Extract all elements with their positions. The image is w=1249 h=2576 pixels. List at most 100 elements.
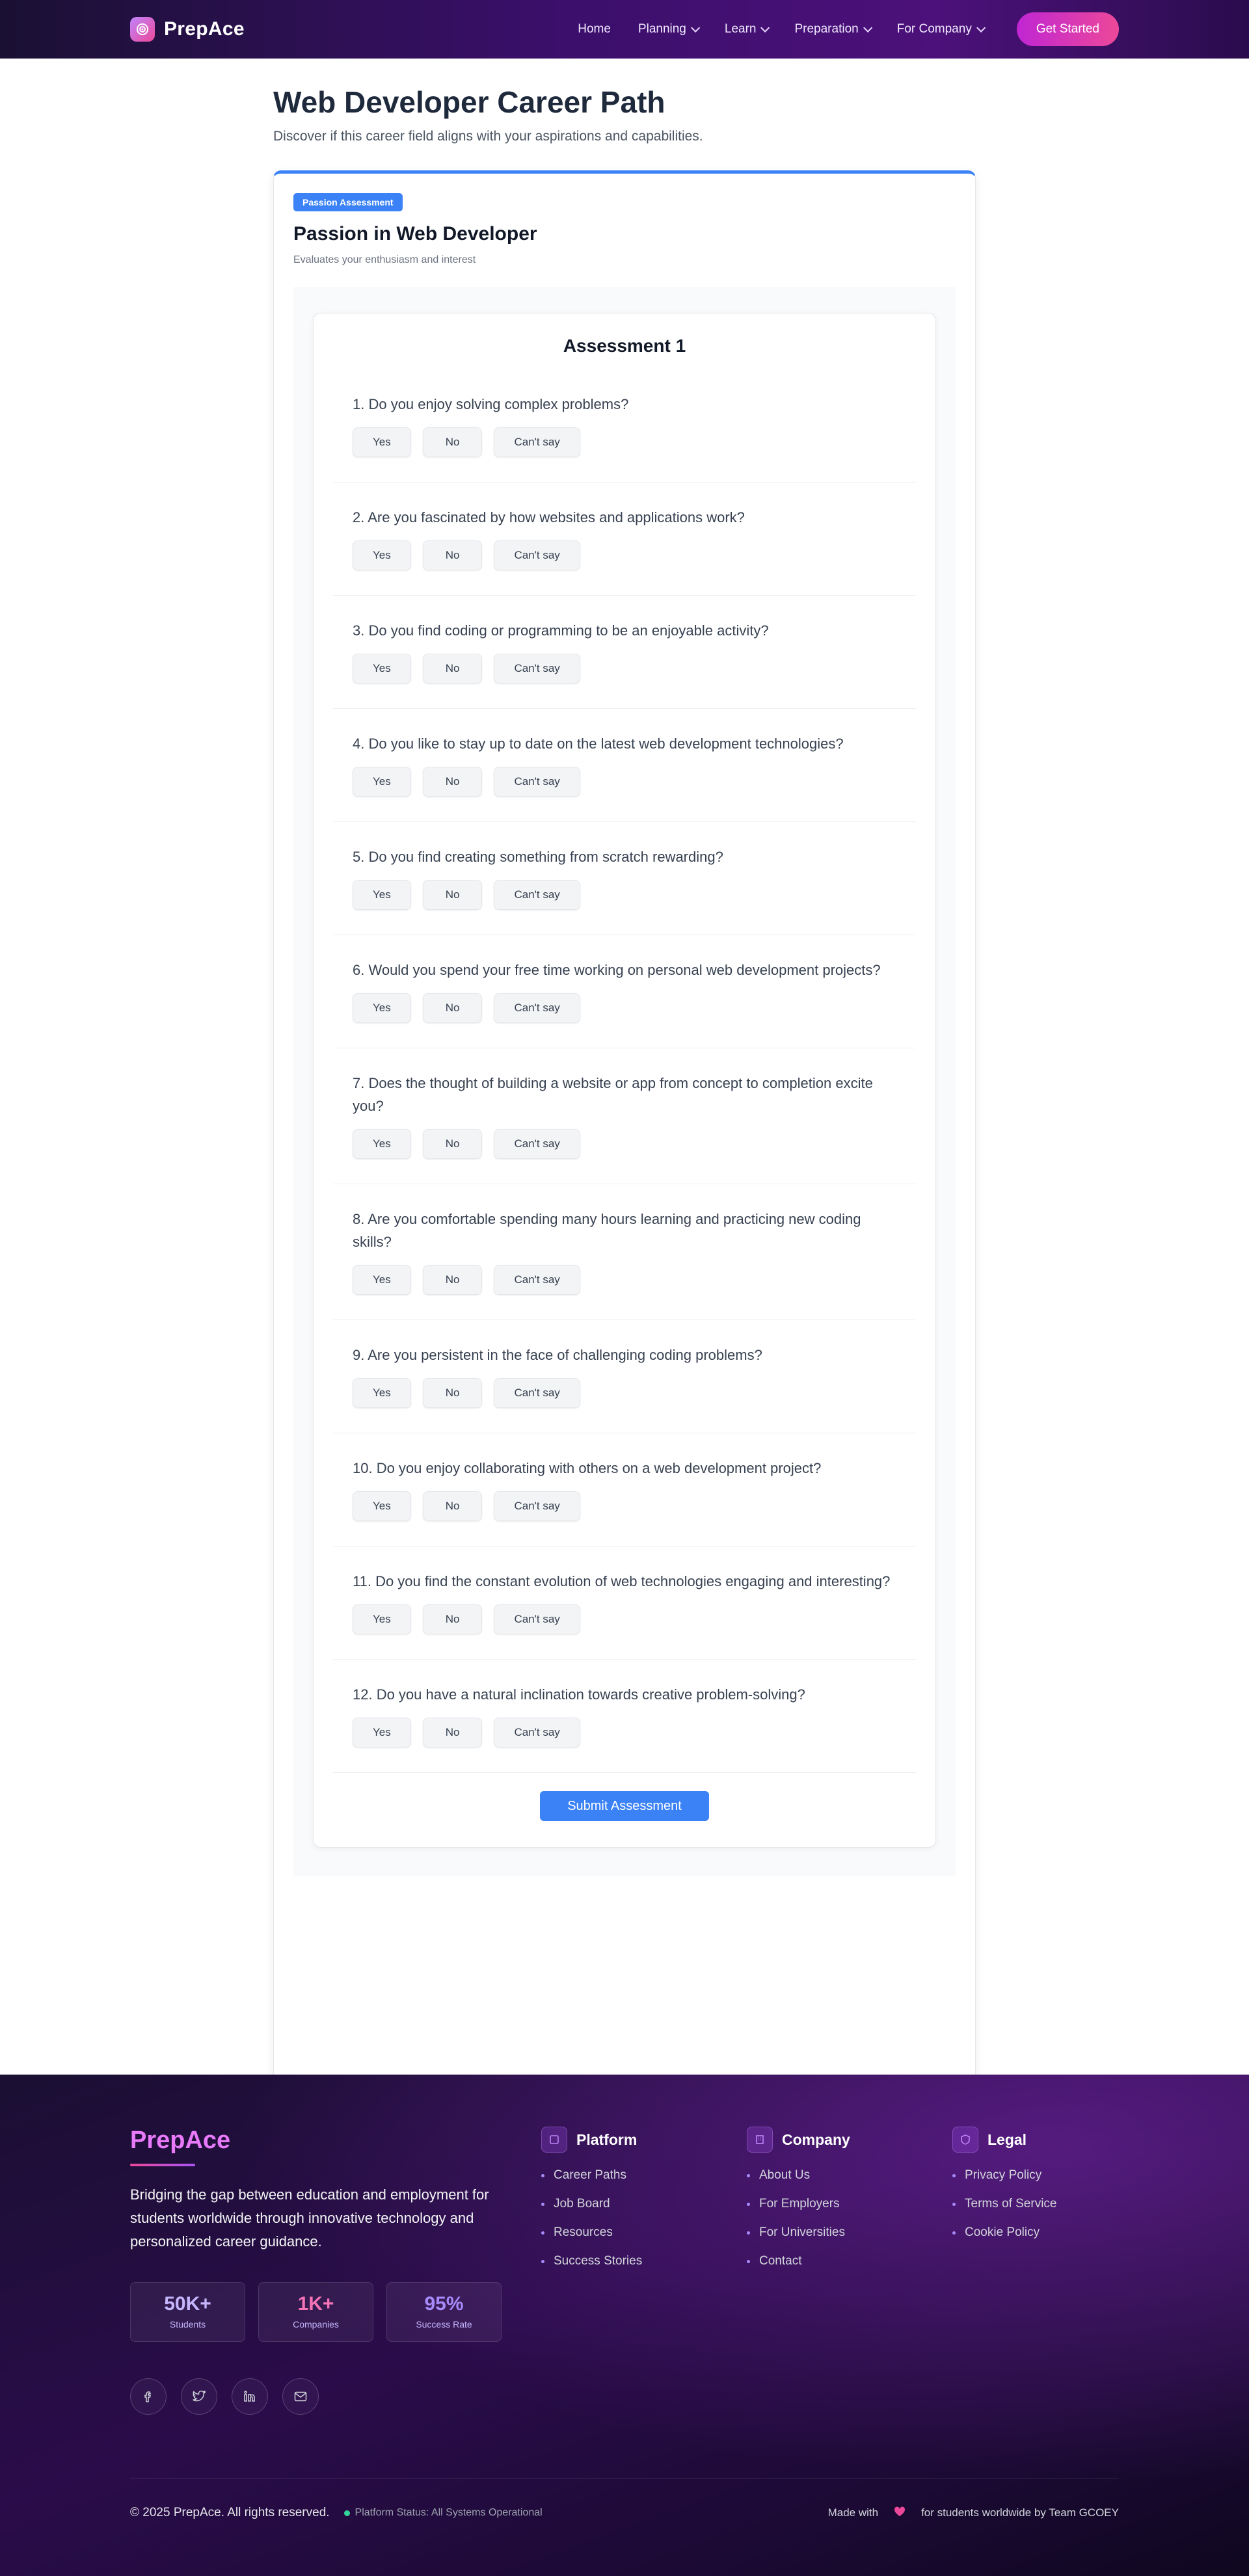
footer-link-for-employers[interactable]: For Employers (747, 2197, 942, 2211)
footer-link-resources[interactable]: Resources (541, 2225, 736, 2240)
footer-inner: PrepAce Bridging the gap between educati… (130, 2075, 1119, 2576)
shield-icon (952, 2127, 978, 2153)
footer-brand: PrepAce Bridging the gap between educati… (130, 2127, 520, 2415)
question-text: 10. Do you enjoy collaborating with othe… (353, 1460, 822, 1476)
stat-value: 50K+ (164, 2293, 211, 2315)
stat-students: 50K+ Students (130, 2282, 245, 2342)
get-started-button[interactable]: Get Started (1016, 12, 1119, 46)
made-by-text: for students worldwide by Team GCOEY (921, 2506, 1119, 2519)
answer-cant-say-button[interactable]: Can't say (494, 1604, 580, 1634)
footer-link-terms-of-service[interactable]: Terms of Service (952, 2197, 1148, 2211)
linkedin-icon[interactable] (232, 2378, 268, 2415)
footer-bottom: © 2025 PrepAce. All rights reserved. Pla… (130, 2478, 1119, 2520)
submit-row: Submit Assessment (333, 1791, 916, 1821)
footer-link-for-universities[interactable]: For Universities (747, 2225, 942, 2240)
answer-yes-button[interactable]: Yes (353, 540, 411, 570)
stat-label: Success Rate (416, 2319, 472, 2330)
nav-link-label: Planning (638, 22, 686, 36)
nav-link-label: Learn (724, 22, 757, 36)
answer-yes-button[interactable]: Yes (353, 427, 411, 457)
footer-column-header: Legal (952, 2127, 1148, 2153)
question-text: 6. Would you spend your free time workin… (353, 962, 881, 978)
social-links (130, 2378, 520, 2415)
assessment-box: Assessment 1 1. Do you enjoy solving com… (313, 313, 936, 1848)
mail-icon[interactable] (282, 2378, 319, 2415)
footer-link-job-board[interactable]: Job Board (541, 2197, 736, 2211)
question-item: 5. Do you find creating something from s… (333, 822, 916, 935)
footer-link-label: Career Paths (554, 2168, 626, 2182)
answer-no-button[interactable]: No (422, 1129, 483, 1159)
answer-cant-say-button[interactable]: Can't say (494, 1718, 580, 1747)
answer-cant-say-button[interactable]: Can't say (494, 1378, 580, 1408)
bullet-icon (541, 2259, 544, 2263)
footer-link-success-stories[interactable]: Success Stories (541, 2254, 736, 2268)
question-item: 3. Do you find coding or programming to … (333, 596, 916, 709)
answer-no-button[interactable]: No (422, 1378, 483, 1408)
answer-no-button[interactable]: No (422, 767, 483, 797)
answer-no-button[interactable]: No (422, 427, 483, 457)
answer-yes-button[interactable]: Yes (353, 767, 411, 797)
stat-success-rate: 95% Success Rate (386, 2282, 502, 2342)
nav-link-label: For Company (896, 22, 972, 36)
answer-options: Yes No Can't say (353, 1718, 896, 1747)
nav-link-planning[interactable]: Planning (638, 22, 701, 36)
question-item: 2. Are you fascinated by how websites an… (333, 483, 916, 596)
bullet-icon (952, 2202, 956, 2206)
question-item: 4. Do you like to stay up to date on the… (333, 709, 916, 822)
answer-yes-button[interactable]: Yes (353, 1491, 411, 1521)
section-title: Passion in Web Developer (293, 223, 537, 245)
answer-yes-button[interactable]: Yes (353, 993, 411, 1023)
submit-assessment-button[interactable]: Submit Assessment (540, 1791, 709, 1821)
footer-logo[interactable]: PrepAce (130, 2127, 520, 2155)
footer-column-header: Platform (541, 2127, 736, 2153)
footer-link-about-us[interactable]: About Us (747, 2168, 942, 2183)
answer-yes-button[interactable]: Yes (353, 654, 411, 684)
footer-logo-underline (130, 2164, 195, 2166)
answer-yes-button[interactable]: Yes (353, 880, 411, 910)
answer-yes-button[interactable]: Yes (353, 1265, 411, 1295)
answer-cant-say-button[interactable]: Can't say (494, 1491, 580, 1521)
answer-cant-say-button[interactable]: Can't say (494, 540, 580, 570)
answer-yes-button[interactable]: Yes (353, 1378, 411, 1408)
answer-options: Yes No Can't say (353, 1265, 896, 1295)
answer-cant-say-button[interactable]: Can't say (494, 767, 580, 797)
answer-no-button[interactable]: No (422, 540, 483, 570)
answer-cant-say-button[interactable]: Can't say (494, 654, 580, 684)
answer-cant-say-button[interactable]: Can't say (494, 1129, 580, 1159)
answer-no-button[interactable]: No (422, 1265, 483, 1295)
question-text: 9. Are you persistent in the face of cha… (353, 1347, 762, 1363)
question-list: 1. Do you enjoy solving complex problems… (333, 369, 916, 1773)
bullet-icon (541, 2231, 544, 2235)
footer-copyright-row: © 2025 PrepAce. All rights reserved. Pla… (130, 2506, 543, 2520)
footer-link-privacy-policy[interactable]: Privacy Policy (952, 2168, 1148, 2183)
answer-cant-say-button[interactable]: Can't say (494, 880, 580, 910)
answer-no-button[interactable]: No (422, 880, 483, 910)
nav-link-home[interactable]: Home (578, 22, 611, 36)
answer-cant-say-button[interactable]: Can't say (494, 427, 580, 457)
nav-link-learn[interactable]: Learn (724, 22, 770, 36)
footer-link-contact[interactable]: Contact (747, 2254, 942, 2268)
answer-cant-say-button[interactable]: Can't say (494, 993, 580, 1023)
answer-no-button[interactable]: No (422, 654, 483, 684)
nav-link-preparation[interactable]: Preparation (794, 22, 872, 36)
brand[interactable]: PrepAce (130, 17, 245, 42)
footer-link-career-paths[interactable]: Career Paths (541, 2168, 736, 2183)
answer-no-button[interactable]: No (422, 1604, 483, 1634)
answer-yes-button[interactable]: Yes (353, 1718, 411, 1747)
nav-link-for-company[interactable]: For Company (896, 22, 986, 36)
answer-no-button[interactable]: No (422, 1718, 483, 1747)
answer-yes-button[interactable]: Yes (353, 1604, 411, 1634)
answer-yes-button[interactable]: Yes (353, 1129, 411, 1159)
status-text: Platform Status: All Systems Operational (355, 2507, 543, 2518)
answer-cant-say-button[interactable]: Can't say (494, 1265, 580, 1295)
nav-link-label: Preparation (794, 22, 859, 36)
answer-no-button[interactable]: No (422, 1491, 483, 1521)
footer-link-label: Cookie Policy (965, 2225, 1040, 2239)
footer-link-label: About Us (759, 2168, 811, 2182)
facebook-icon[interactable] (130, 2378, 167, 2415)
footer-link-cookie-policy[interactable]: Cookie Policy (952, 2225, 1148, 2240)
answer-options: Yes No Can't say (353, 1604, 896, 1634)
answer-no-button[interactable]: No (422, 993, 483, 1023)
bullet-icon (747, 2202, 750, 2206)
twitter-icon[interactable] (181, 2378, 217, 2415)
